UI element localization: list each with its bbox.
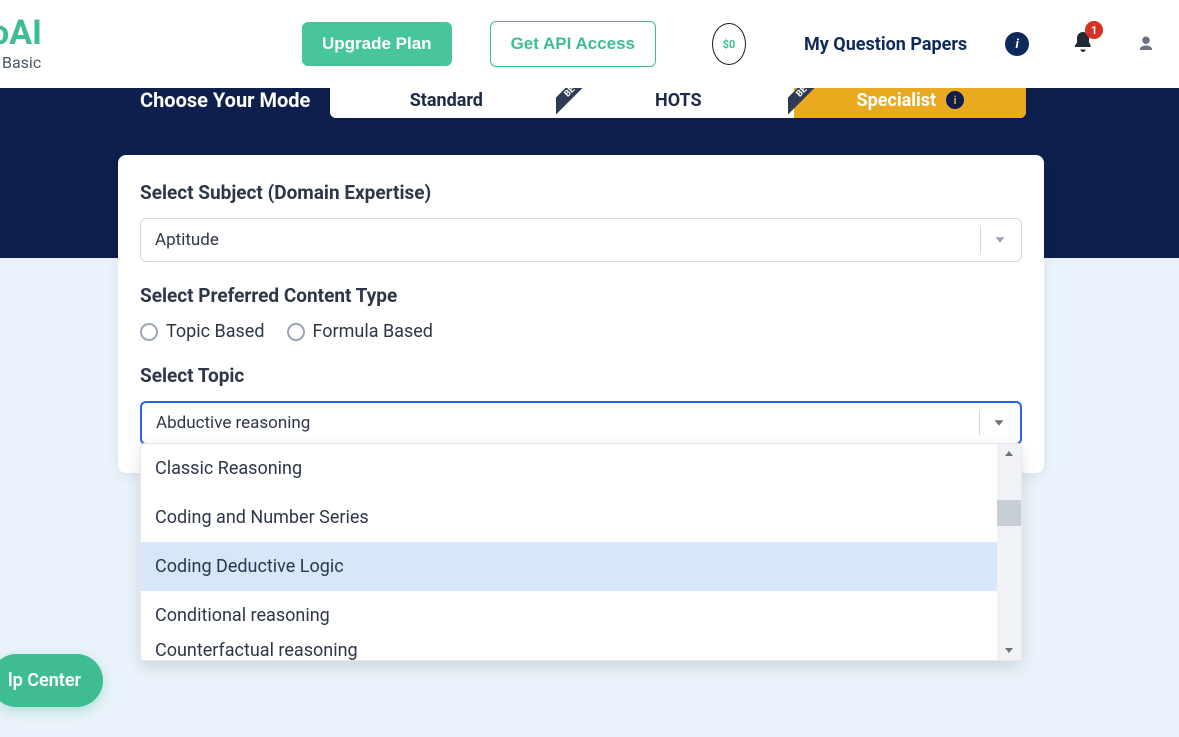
dropdown-option[interactable]: Coding Deductive Logic — [141, 542, 997, 591]
radio-label: Topic Based — [166, 321, 265, 342]
radio-formula-based[interactable]: Formula Based — [287, 321, 433, 342]
choose-mode-label: Choose Your Mode — [140, 88, 310, 112]
dropdown-options: Classic Reasoning Coding and Number Seri… — [141, 444, 997, 660]
scrollbar-thumb[interactable] — [997, 500, 1021, 526]
subject-value: Aptitude — [155, 230, 219, 250]
subject-select[interactable]: Aptitude — [140, 218, 1022, 262]
dropdown-option[interactable]: Classic Reasoning — [141, 444, 997, 493]
dropdown-option[interactable]: Conditional reasoning — [141, 591, 997, 640]
credits-badge[interactable]: $0 — [712, 23, 746, 65]
dropdown-option[interactable]: Counterfactual reasoning — [141, 640, 997, 660]
info-icon[interactable]: i — [946, 91, 964, 109]
info-icon[interactable]: i — [1005, 32, 1029, 56]
logo-text: oAI — [0, 16, 42, 50]
radio-icon — [140, 323, 158, 341]
notifications-button[interactable]: 1 — [1071, 29, 1095, 59]
content-type-radios: Topic Based Formula Based — [140, 321, 1022, 342]
mode-tab-label: Specialist — [857, 90, 937, 111]
topic-label: Select Topic — [140, 364, 1022, 387]
subject-label: Select Subject (Domain Expertise) — [140, 181, 1022, 204]
topic-select[interactable]: Abductive reasoning — [140, 401, 1022, 445]
form-card: Select Subject (Domain Expertise) Aptitu… — [118, 155, 1044, 473]
notifications-count: 1 — [1085, 21, 1103, 39]
radio-topic-based[interactable]: Topic Based — [140, 321, 265, 342]
dropdown-option[interactable]: Coding and Number Series — [141, 493, 997, 542]
content-type-label: Select Preferred Content Type — [140, 284, 1022, 307]
radio-label: Formula Based — [313, 321, 433, 342]
chevron-down-icon — [990, 414, 1008, 432]
topic-dropdown: Classic Reasoning Coding and Number Seri… — [140, 443, 1022, 661]
scroll-down-icon[interactable] — [997, 640, 1021, 660]
chevron-down-icon — [991, 231, 1009, 249]
scroll-up-icon[interactable] — [997, 444, 1021, 464]
header: oAI Basic Upgrade Plan Get API Access $0… — [0, 0, 1179, 88]
mode-tab-label: HOTS — [655, 90, 702, 111]
radio-icon — [287, 323, 305, 341]
user-avatar[interactable] — [1137, 33, 1155, 55]
upgrade-plan-button[interactable]: Upgrade Plan — [302, 22, 452, 66]
help-center-button[interactable]: lp Center — [0, 654, 103, 707]
select-divider — [980, 227, 981, 253]
logo[interactable]: oAI Basic — [0, 16, 42, 72]
scrollbar[interactable] — [997, 444, 1021, 660]
select-divider — [979, 411, 980, 435]
my-question-papers-link[interactable]: My Question Papers — [804, 34, 967, 55]
get-api-access-button[interactable]: Get API Access — [490, 21, 656, 67]
bell-icon — [1071, 40, 1095, 59]
topic-value: Abductive reasoning — [156, 413, 310, 433]
logo-plan: Basic — [2, 53, 41, 72]
mode-tab-label: Standard — [410, 90, 483, 111]
